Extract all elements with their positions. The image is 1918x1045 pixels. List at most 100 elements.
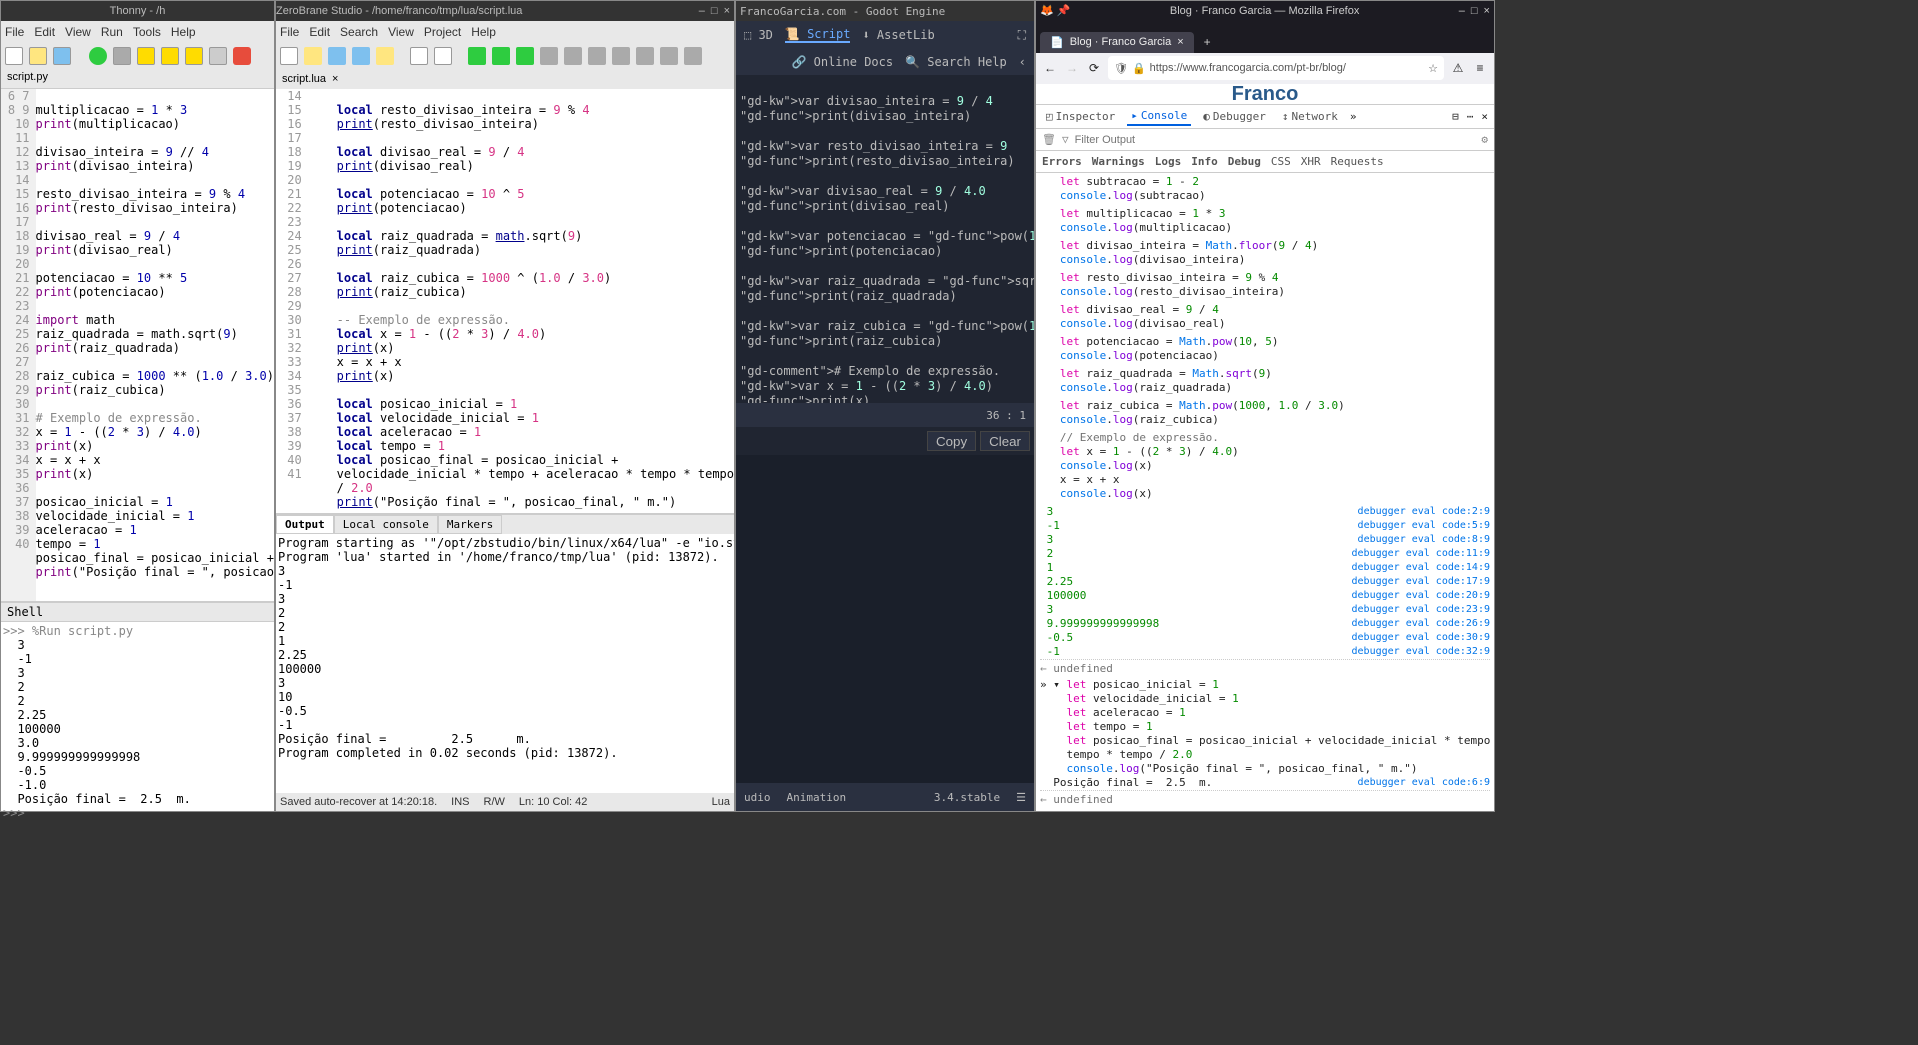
nav-back-icon[interactable]: ‹: [1019, 55, 1026, 69]
firefox-titlebar[interactable]: 🦊 📌 Blog · Franco Garcia — Mozilla Firef…: [1036, 1, 1494, 21]
find-icon[interactable]: [410, 47, 428, 65]
cat-logs[interactable]: Logs: [1155, 155, 1182, 168]
maximize-icon[interactable]: □: [711, 5, 718, 17]
step-in-icon[interactable]: [161, 47, 179, 65]
hamburger-icon[interactable]: ≡: [1472, 60, 1488, 76]
menu-help[interactable]: Help: [471, 25, 496, 39]
cat-info[interactable]: Info: [1191, 155, 1218, 168]
cat-debug[interactable]: Debug: [1228, 155, 1261, 168]
stop-icon[interactable]: [540, 47, 558, 65]
step-over-icon[interactable]: [137, 47, 155, 65]
compile-icon[interactable]: [492, 47, 510, 65]
step-in-icon[interactable]: [612, 47, 630, 65]
zerobrane-file-tab[interactable]: script.lua ×: [276, 69, 734, 89]
save-icon[interactable]: [328, 47, 346, 65]
zerobrane-code[interactable]: local resto_divisao_inteira = 9 % 4 prin…: [308, 89, 734, 513]
browser-tab[interactable]: 📄 Blog · Franco Garcia ×: [1040, 32, 1194, 53]
footer-audio[interactable]: udio: [744, 791, 771, 804]
cat-css[interactable]: CSS: [1271, 155, 1291, 168]
filter-input[interactable]: [1075, 134, 1476, 146]
devtab-inspector[interactable]: ◰ Inspector: [1042, 108, 1119, 125]
workspace-script[interactable]: 📜 Script: [785, 27, 851, 43]
thonny-editor[interactable]: 6 7 8 9 10 11 12 13 14 15 16 17 18 19 20…: [1, 89, 274, 601]
tab-close-icon[interactable]: ×: [1177, 36, 1183, 48]
menu-tools[interactable]: Tools: [133, 25, 161, 39]
thonny-code[interactable]: multiplicacao = 1 * 3 print(multiplicaca…: [36, 89, 274, 601]
thonny-titlebar[interactable]: Thonny - /h: [1, 1, 274, 21]
output-tab-output[interactable]: Output: [276, 515, 334, 534]
page-content[interactable]: Franco: [1036, 84, 1494, 104]
maximize-icon[interactable]: □: [1471, 5, 1478, 17]
save-icon[interactable]: [53, 47, 71, 65]
output-tab-local-console[interactable]: Local console: [334, 515, 438, 534]
close-icon[interactable]: ×: [1484, 5, 1490, 17]
menu-edit[interactable]: Edit: [34, 25, 55, 39]
menu-file[interactable]: File: [280, 25, 299, 39]
godot-code[interactable]: "gd-kw">var divisao_inteira = 9 / 4 "gd-…: [736, 75, 1034, 403]
new-icon[interactable]: [5, 47, 23, 65]
menu-run[interactable]: Run: [101, 25, 123, 39]
cat-requests[interactable]: Requests: [1331, 155, 1384, 168]
shield-icon[interactable]: 🛡: [1114, 62, 1128, 75]
cat-xhr[interactable]: XHR: [1301, 155, 1321, 168]
bookmark-icon[interactable]: [684, 47, 702, 65]
expand-icon[interactable]: ⛶: [1018, 28, 1026, 43]
footer-menu-icon[interactable]: ☰: [1016, 791, 1026, 804]
menu-help[interactable]: Help: [171, 25, 196, 39]
menu-project[interactable]: Project: [424, 25, 461, 39]
stop-icon[interactable]: [233, 47, 251, 65]
close-icon[interactable]: ×: [724, 5, 730, 17]
footer-animation[interactable]: Animation: [787, 791, 847, 804]
run-icon[interactable]: [468, 47, 486, 65]
newtab-button[interactable]: +: [1194, 31, 1221, 53]
search-help-link[interactable]: 🔍 Search Help: [905, 55, 1007, 69]
devtab-network[interactable]: ↕ Network: [1278, 108, 1342, 125]
settings-icon[interactable]: ⚙: [1481, 133, 1488, 146]
menu-file[interactable]: File: [5, 25, 24, 39]
workspace-3d[interactable]: ⬚ 3D: [744, 28, 773, 42]
replace-icon[interactable]: [434, 47, 452, 65]
thonny-shell-body[interactable]: >>> %Run script.py 3 -1 3 2 2 2.25 10000…: [1, 622, 274, 822]
open-icon[interactable]: [29, 47, 47, 65]
cat-errors[interactable]: Errors: [1042, 155, 1082, 168]
step-over-icon[interactable]: [588, 47, 606, 65]
break-icon[interactable]: [564, 47, 582, 65]
copy-button[interactable]: Copy: [927, 431, 976, 451]
projectdir-icon[interactable]: [376, 47, 394, 65]
menu-edit[interactable]: Edit: [309, 25, 330, 39]
zerobrane-editor[interactable]: 14 15 16 17 18 19 20 21 22 23 24 25 26 2…: [276, 89, 734, 513]
reload-icon[interactable]: ⟳: [1086, 60, 1102, 76]
saveall-icon[interactable]: [352, 47, 370, 65]
open-icon[interactable]: [304, 47, 322, 65]
bookmark-star-icon[interactable]: ☆: [1428, 62, 1438, 75]
account-icon[interactable]: ⚠: [1450, 60, 1466, 76]
zerobrane-output-body[interactable]: Program starting as '"/opt/zbstudio/bin/…: [276, 534, 734, 774]
forward-icon[interactable]: →: [1064, 60, 1080, 76]
funnel-icon[interactable]: ▽: [1062, 133, 1069, 146]
console-output[interactable]: let subtracao = 1 - 2 console.log(subtra…: [1036, 173, 1494, 811]
minimize-icon[interactable]: –: [699, 5, 705, 17]
trash-icon[interactable]: 🗑: [1042, 133, 1056, 146]
url-bar[interactable]: 🛡 🔒 https://www.francogarcia.com/pt-br/b…: [1108, 56, 1444, 80]
run-icon[interactable]: [89, 47, 107, 65]
clear-button[interactable]: Clear: [980, 431, 1030, 451]
menu-search[interactable]: Search: [340, 25, 378, 39]
tab-close-icon[interactable]: ×: [332, 73, 338, 85]
devtab-debugger[interactable]: ◐ Debugger: [1199, 108, 1270, 125]
step-out-icon[interactable]: [636, 47, 654, 65]
minimize-icon[interactable]: –: [1459, 5, 1465, 17]
debug-icon[interactable]: [113, 47, 131, 65]
menu-view[interactable]: View: [65, 25, 91, 39]
step-out-icon[interactable]: [185, 47, 203, 65]
devtab-console[interactable]: ▸ Console: [1127, 107, 1191, 126]
resume-icon[interactable]: [209, 47, 227, 65]
online-docs-link[interactable]: 🔗 Online Docs: [791, 55, 893, 69]
devtabs-overflow-icon[interactable]: »: [1350, 110, 1357, 123]
godot-titlebar[interactable]: FrancoGarcia.com - Godot Engine: [736, 1, 1034, 21]
new-icon[interactable]: [280, 47, 298, 65]
output-tab-markers[interactable]: Markers: [438, 515, 502, 534]
devtools-menu-icon[interactable]: ⋯: [1467, 110, 1474, 123]
devtools-dock-icon[interactable]: ⊟: [1452, 110, 1459, 123]
devtools-close-icon[interactable]: ×: [1481, 110, 1488, 123]
run-to-cursor-icon[interactable]: [516, 47, 534, 65]
